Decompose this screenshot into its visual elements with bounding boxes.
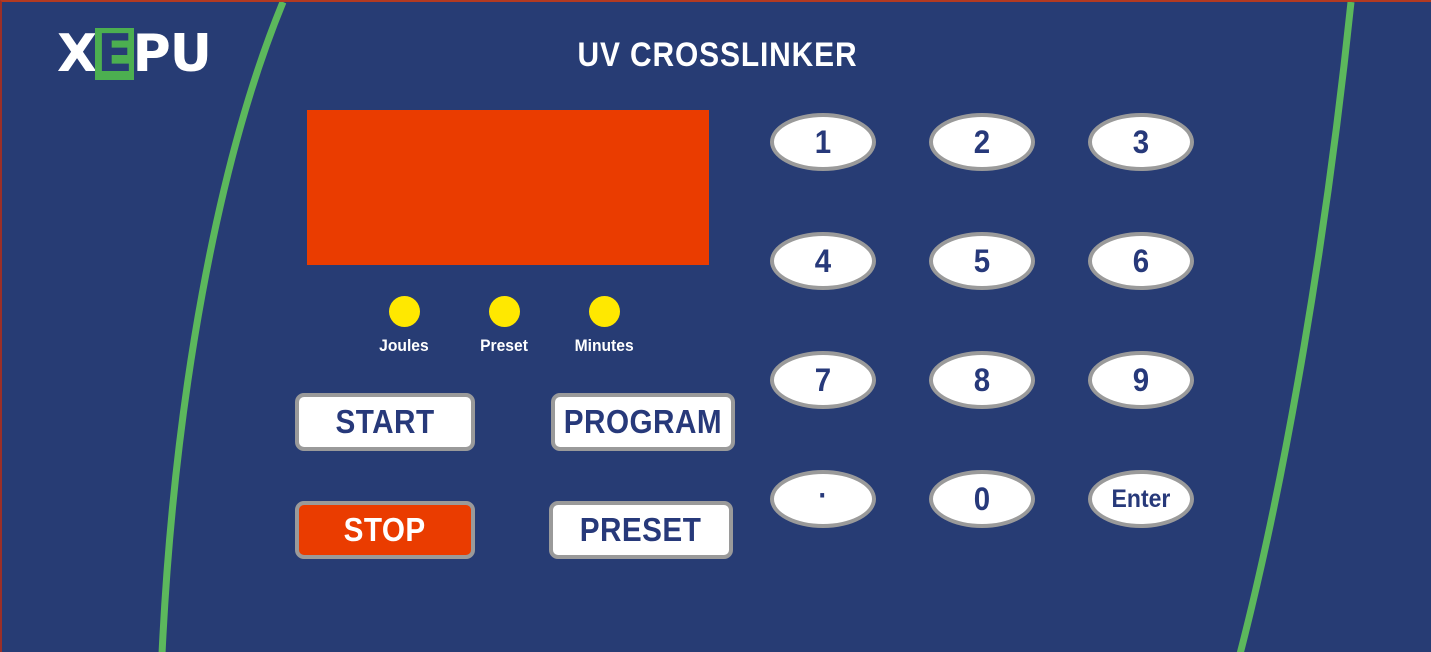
program-button-label: PROGRAM [563, 403, 723, 440]
program-button[interactable]: PROGRAM [551, 393, 735, 451]
key-1-label: 1 [814, 124, 832, 160]
key-7[interactable]: 7 [770, 351, 876, 409]
led-preset-icon [488, 296, 520, 327]
indicator-preset-label: Preset [480, 336, 528, 355]
stop-button-label: STOP [343, 511, 427, 548]
uv-crosslinker-control-panel: X E P U UV CROSSLINKER Joules Preset Min… [0, 0, 1431, 652]
key-3-label: 3 [1132, 124, 1150, 160]
key-5[interactable]: 5 [929, 232, 1035, 290]
key-9[interactable]: 9 [1088, 351, 1194, 409]
key-9-label: 9 [1132, 362, 1150, 398]
key-enter-label: Enter [1111, 484, 1171, 513]
preset-button[interactable]: PRESET [549, 501, 733, 559]
indicator-joules: Joules [354, 296, 454, 356]
key-7-label: 7 [814, 362, 832, 398]
key-1[interactable]: 1 [770, 113, 876, 171]
start-button-label: START [335, 403, 435, 440]
indicator-minutes-label: Minutes [574, 336, 634, 355]
key-enter[interactable]: Enter [1088, 470, 1194, 528]
indicator-preset: Preset [454, 296, 554, 356]
stop-button[interactable]: STOP [295, 501, 475, 559]
led-minutes-icon [588, 296, 620, 327]
preset-button-label: PRESET [580, 511, 702, 548]
key-6-label: 6 [1132, 243, 1150, 279]
key-decimal-label: · [818, 479, 828, 512]
indicator-led-group: Joules Preset Minutes [354, 296, 654, 356]
panel-title: UV CROSSLINKER [577, 36, 858, 74]
key-0[interactable]: 0 [929, 470, 1035, 528]
key-decimal[interactable]: · [770, 470, 876, 528]
indicator-joules-label: Joules [379, 336, 429, 355]
indicator-minutes: Minutes [554, 296, 654, 356]
key-3[interactable]: 3 [1088, 113, 1194, 171]
key-2[interactable]: 2 [929, 113, 1035, 171]
numeric-keypad: 1 2 3 4 5 6 7 8 9 · 0 Enter [770, 113, 1194, 531]
key-4-label: 4 [814, 243, 832, 279]
start-button[interactable]: START [295, 393, 475, 451]
right-green-curve [1236, 2, 1355, 652]
key-8-label: 8 [973, 362, 991, 398]
key-6[interactable]: 6 [1088, 232, 1194, 290]
key-8[interactable]: 8 [929, 351, 1035, 409]
key-5-label: 5 [973, 243, 991, 279]
left-green-curve [158, 2, 287, 652]
led-joules-icon [388, 296, 420, 327]
numeric-display [307, 110, 709, 265]
key-0-label: 0 [973, 481, 991, 517]
key-2-label: 2 [973, 124, 991, 160]
key-4[interactable]: 4 [770, 232, 876, 290]
